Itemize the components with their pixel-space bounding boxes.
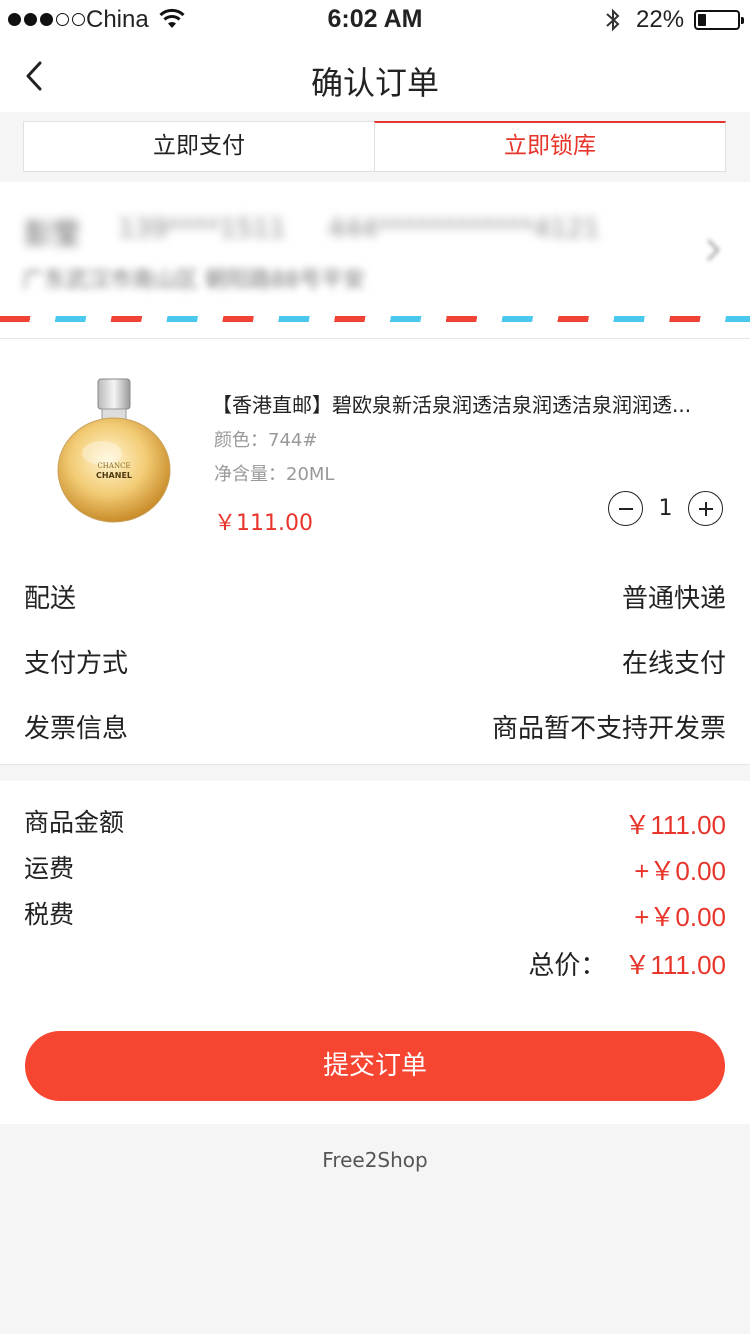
shipping-address-card[interactable]: 彭莹 139****1511 444************4121 广东武汉市… — [0, 182, 750, 338]
total-price: 总价： ￥111.00 — [528, 945, 726, 982]
delivery-value: 普通快递 — [621, 584, 726, 614]
recipient-phone: 139****1511 — [118, 214, 286, 244]
price-summary: 商品金额 ￥111.00 运费 +￥0.00 税费 +￥0.00 总价： ￥11… — [0, 764, 750, 1124]
tax-value: +￥0.00 — [634, 902, 726, 932]
goods-amount-label: 商品金额 — [24, 808, 125, 837]
invoice-value: 商品暂不支持开发票 — [491, 714, 726, 744]
quantity-value: 1 — [658, 496, 673, 521]
tab-lock-stock[interactable]: 立即锁库 — [374, 121, 726, 172]
product-item: CHANCE CHANEL 【香港直邮】碧欧泉新活泉润透洁泉润透洁泉润润透...… — [0, 338, 750, 548]
shipping-fee-row: 运费 +￥0.00 — [0, 849, 750, 895]
tab-pay-now[interactable]: 立即支付 — [23, 121, 375, 172]
section-gap — [0, 765, 750, 781]
bluetooth-icon — [606, 8, 620, 32]
status-bar: China 6:02 AM 22% — [0, 0, 750, 40]
total-label: 总价： — [528, 951, 607, 981]
battery-icon — [694, 10, 744, 30]
bottle-label-brand: CHANEL — [96, 471, 132, 480]
product-name[interactable]: 【香港直邮】碧欧泉新活泉润透洁泉润透洁泉润润透... — [212, 389, 722, 418]
recipient-name: 彭莹 — [24, 217, 81, 250]
total-value: ￥111.00 — [624, 950, 726, 980]
footer-brand: Free2Shop — [322, 1148, 428, 1172]
goods-amount-value: ￥111.00 — [624, 810, 726, 840]
tax-label: 税费 — [24, 900, 75, 929]
delivery-row[interactable]: 配送 普通快递 — [0, 548, 750, 614]
page-title: 确认订单 — [310, 64, 439, 102]
tax-row: 税费 +￥0.00 — [0, 895, 750, 941]
goods-amount-row: 商品金额 ￥111.00 — [0, 803, 750, 849]
product-color: 颜色：744# — [214, 430, 318, 451]
payment-method-row[interactable]: 支付方式 在线支付 — [0, 613, 750, 679]
shipping-fee-label: 运费 — [24, 854, 75, 883]
product-image: CHANCE CHANEL — [57, 378, 171, 523]
submit-order-button[interactable]: 提交订单 — [25, 1031, 725, 1101]
payment-mode-tabs: 立即支付 立即锁库 — [0, 112, 750, 182]
chevron-right-icon — [707, 239, 720, 261]
payment-method-value: 在线支付 — [621, 649, 726, 679]
minus-icon[interactable] — [608, 491, 643, 526]
bottle-label-top: CHANCE — [97, 462, 130, 470]
shipping-fee-value: +￥0.00 — [634, 856, 726, 886]
invoice-row[interactable]: 发票信息 商品暂不支持开发票 — [0, 678, 750, 744]
order-options: 配送 普通快递 支付方式 在线支付 发票信息 商品暂不支持开发票 — [0, 548, 750, 764]
navigation-bar: 确认订单 — [0, 40, 750, 112]
battery-percent: 22% — [636, 6, 685, 33]
recipient-id-number: 444************4121 — [328, 214, 600, 244]
airmail-stripe-divider — [0, 316, 750, 322]
plus-icon[interactable] — [688, 491, 723, 526]
quantity-stepper: 1 — [608, 491, 723, 526]
invoice-label: 发票信息 — [24, 714, 129, 744]
product-price: ￥111.00 — [214, 511, 313, 536]
recipient-address: 广东武汉市南山区 朝阳路88号平安 — [22, 268, 365, 293]
product-volume: 净含量：20ML — [214, 464, 335, 485]
payment-method-label: 支付方式 — [24, 649, 129, 679]
delivery-label: 配送 — [24, 584, 77, 614]
